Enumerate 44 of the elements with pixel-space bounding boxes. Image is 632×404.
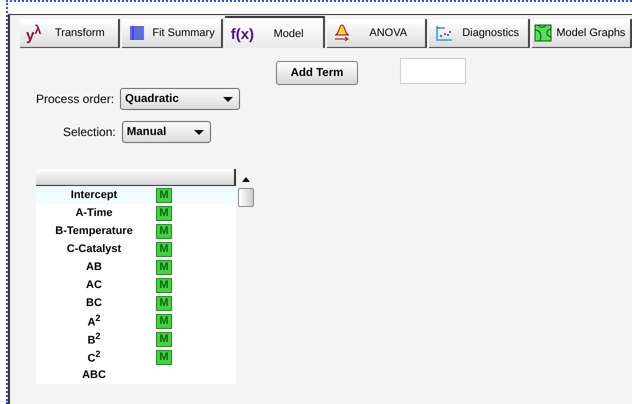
contour-icon bbox=[534, 24, 552, 42]
field-label: Process order: bbox=[36, 92, 114, 106]
term-name[interactable]: B-Temperature bbox=[36, 225, 152, 237]
tab[interactable]: Fit Summary bbox=[122, 19, 223, 49]
scroll-thumb[interactable] bbox=[238, 188, 254, 207]
term-name[interactable]: Intercept bbox=[36, 189, 152, 201]
tab[interactable]: ANOVA bbox=[327, 19, 428, 49]
term-name[interactable]: AC bbox=[36, 279, 152, 291]
model-term-badge: M bbox=[156, 242, 172, 256]
model-term-badge: M bbox=[156, 296, 172, 310]
process-order-dropdown[interactable]: Quadratic bbox=[120, 88, 240, 110]
scatter-icon bbox=[435, 24, 454, 42]
model-term-badge: M bbox=[156, 188, 172, 202]
term-name[interactable]: BC bbox=[36, 297, 152, 309]
term-name[interactable]: B$^{2}$ bbox=[36, 331, 152, 347]
tab[interactable]: f(x) Model bbox=[224, 16, 326, 50]
model-term-badge: M bbox=[156, 350, 172, 364]
term-name[interactable]: ABC bbox=[36, 369, 152, 381]
caret-icon bbox=[223, 96, 234, 102]
model-term-badge: M bbox=[156, 314, 172, 328]
model-term-badge: M bbox=[156, 278, 172, 292]
add-term-button[interactable]: Add Term bbox=[276, 61, 358, 85]
model-term-badge: M bbox=[156, 332, 172, 346]
model-term-badge: M bbox=[156, 224, 172, 238]
term-input-field[interactable] bbox=[400, 58, 466, 84]
tab[interactable]: Diagnostics bbox=[429, 19, 530, 49]
scroll-up-icon[interactable] bbox=[242, 177, 250, 182]
term-name[interactable]: AB bbox=[36, 261, 152, 273]
term-name[interactable]: C$^{2}$ bbox=[36, 349, 152, 365]
term-name[interactable]: A-Time bbox=[36, 207, 152, 219]
field-label: Selection: bbox=[63, 125, 116, 139]
column-header[interactable] bbox=[36, 169, 236, 186]
term-name[interactable]: C-Catalyst bbox=[36, 243, 152, 255]
list-icon bbox=[128, 24, 146, 42]
selection-dropdown[interactable]: Manual bbox=[122, 121, 211, 143]
tab[interactable]: Model Graphs bbox=[532, 19, 632, 49]
model-term-badge: M bbox=[156, 260, 172, 274]
distribution-icon bbox=[333, 24, 352, 42]
model-term-badge: M bbox=[156, 206, 172, 220]
tab-glyph: f(x) bbox=[230, 26, 254, 42]
tab[interactable]: y$^{λ}$ Transform bbox=[20, 19, 120, 49]
caret-icon bbox=[194, 130, 204, 134]
tab-glyph: y$^{λ}$ bbox=[26, 22, 42, 44]
term-name[interactable]: A$^{2}$ bbox=[36, 313, 152, 329]
